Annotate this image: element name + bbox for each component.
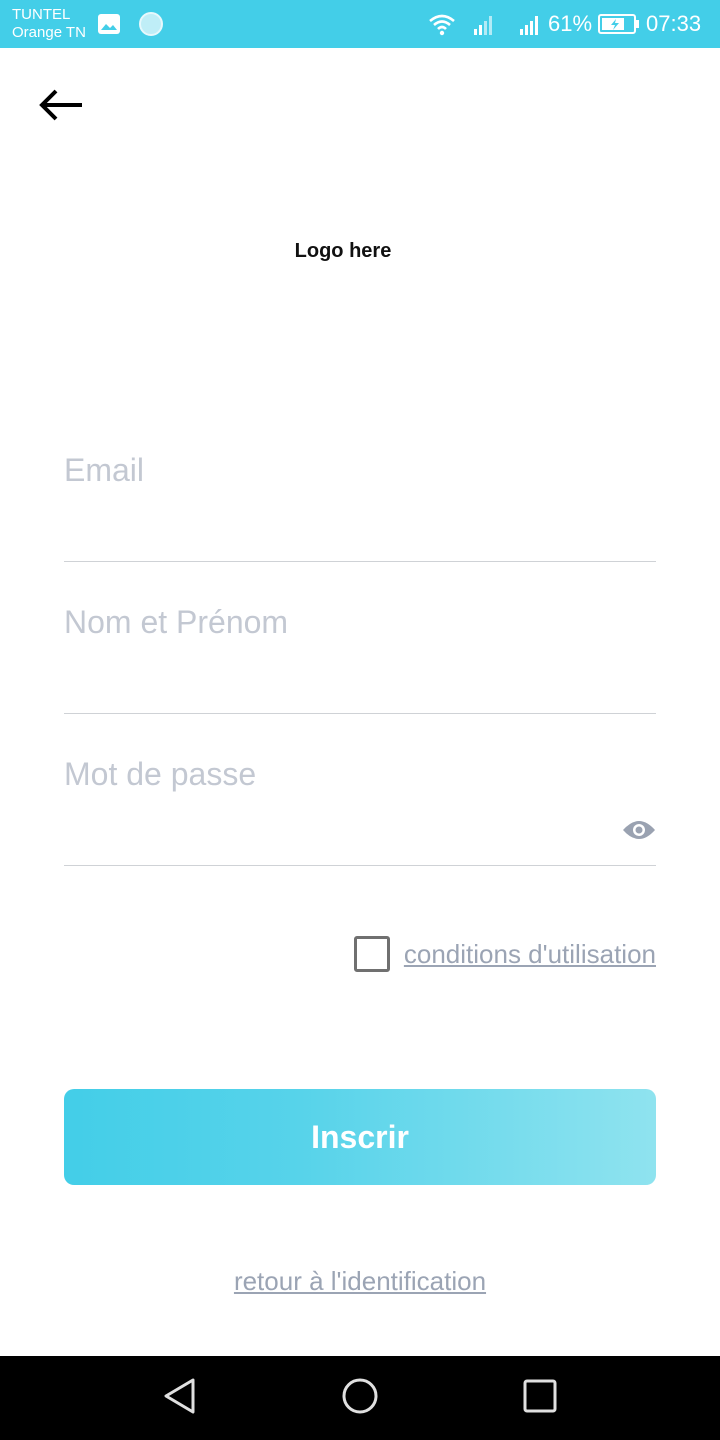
- navigation-bar: [0, 1356, 720, 1440]
- full-name-field[interactable]: [64, 594, 656, 650]
- terms-link[interactable]: conditions d'utilisation: [404, 939, 656, 970]
- terms-checkbox[interactable]: [353, 936, 390, 972]
- battery-percent: 61%: [548, 11, 593, 36]
- carrier-info: TUNTEL Orange TN: [12, 6, 86, 42]
- password-field-container: [64, 746, 656, 866]
- full-name-field-container: [64, 594, 656, 714]
- sync-icon: [139, 12, 163, 36]
- carrier-network: Orange TN: [12, 24, 86, 41]
- terms-row: conditions d'utilisation: [353, 935, 656, 973]
- back-to-login-link[interactable]: retour à l'identification: [0, 1266, 720, 1297]
- battery-charging-icon: [598, 14, 639, 34]
- home-circle-icon[interactable]: [340, 1376, 380, 1416]
- wifi-icon: [429, 14, 455, 36]
- recent-square-icon[interactable]: [520, 1376, 560, 1416]
- signal-icon: [474, 16, 492, 35]
- carrier-name: TUNTEL: [12, 6, 71, 23]
- clock: 07:33: [646, 11, 702, 36]
- email-field-container: [64, 442, 656, 562]
- email-field[interactable]: [64, 442, 656, 498]
- signal-icon: [520, 16, 538, 35]
- signup-button[interactable]: Inscrir: [64, 1089, 656, 1185]
- signup-screen: TUNTEL Orange TN 61% 07:33 Logo here Ema…: [0, 0, 720, 1440]
- arrow-left-icon[interactable]: [36, 84, 88, 126]
- back-triangle-icon[interactable]: [160, 1376, 200, 1416]
- password-field[interactable]: [64, 746, 656, 802]
- status-bar: TUNTEL Orange TN 61% 07:33: [0, 0, 720, 48]
- gallery-icon: [98, 14, 120, 34]
- logo-placeholder: Logo here: [294, 240, 392, 262]
- eye-icon[interactable]: [622, 818, 656, 842]
